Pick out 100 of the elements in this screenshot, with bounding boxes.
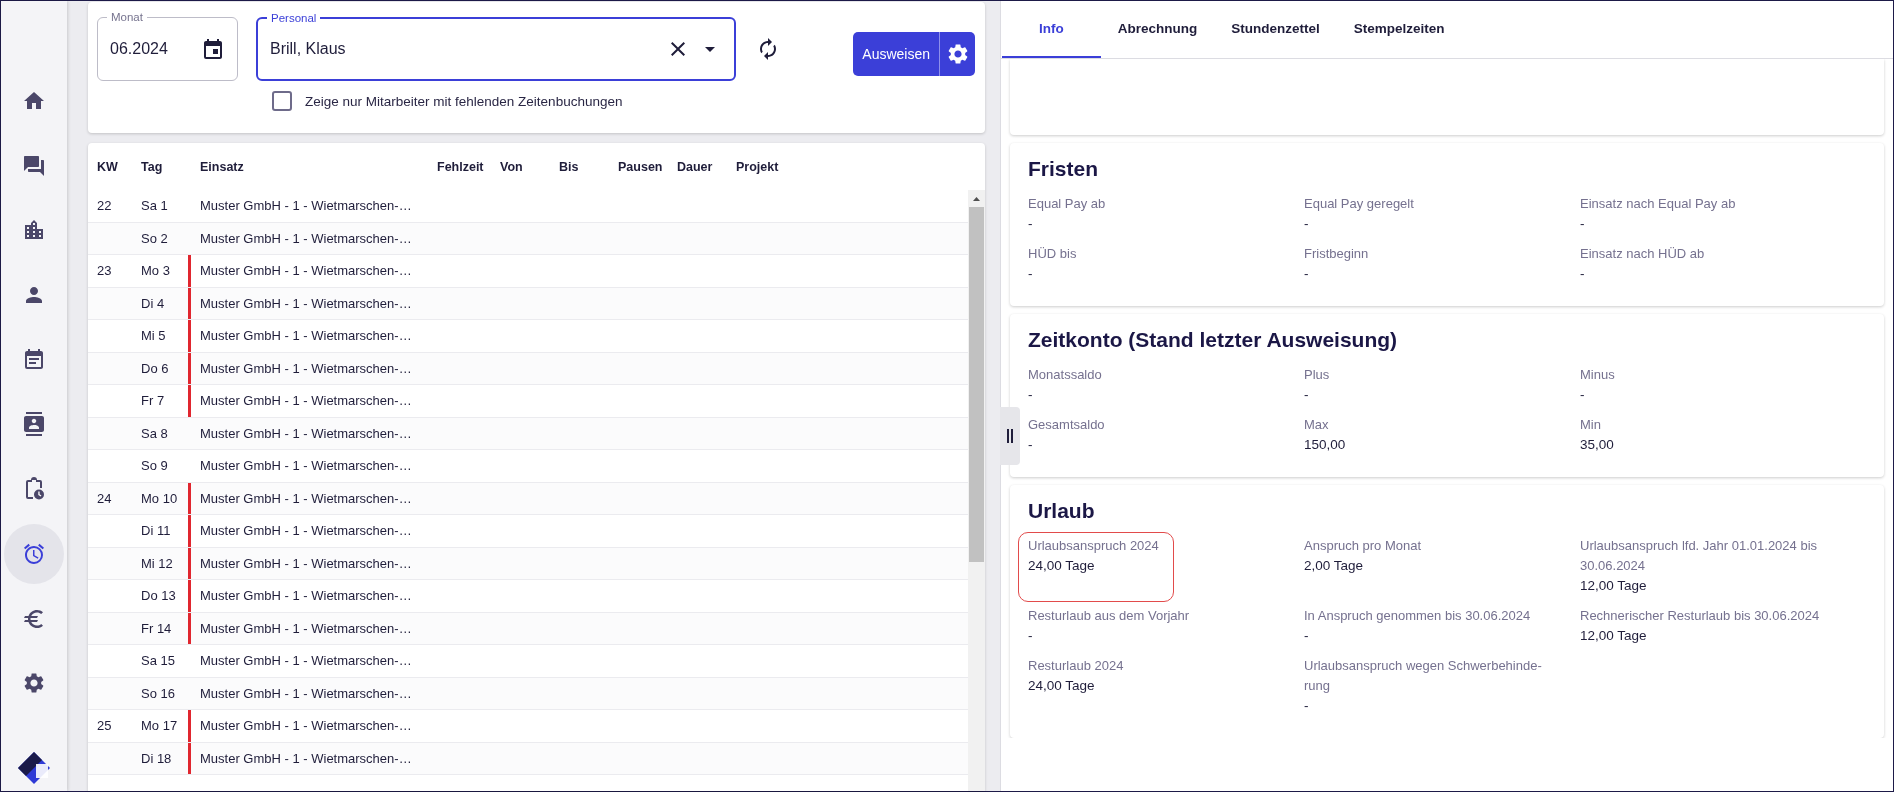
chat-icon xyxy=(22,153,46,178)
table-cell-text: Muster GmbH - 1 - Wietmarschen-… xyxy=(199,457,413,476)
field-label: Monatssaldo xyxy=(1028,366,1102,384)
field-value: - xyxy=(1304,627,1310,645)
column-header: Bis xyxy=(559,159,580,174)
field-value: 12,00 Tage xyxy=(1580,627,1648,645)
column-header: Projekt xyxy=(736,159,780,174)
table-cell-text: Muster GmbH - 1 - Wietmarschen-… xyxy=(199,197,413,216)
table-cell: Mi 5 xyxy=(141,328,166,344)
table-cell: Do 13 xyxy=(141,588,176,604)
field-label: Urlaubsanspruch 2024 xyxy=(1028,537,1159,555)
tab[interactable]: Abrechnung xyxy=(1100,1,1215,58)
table-cell: Mo 17 xyxy=(141,718,178,734)
field-label: Equal Pay ab xyxy=(1028,195,1106,213)
field-value: - xyxy=(1028,436,1034,454)
ausweisen-button[interactable]: Ausweisen xyxy=(853,32,939,76)
field-label: Urlaubsanspruch lfd. Jahr 01.01.2024 bis 30.06.2024 xyxy=(1580,537,1819,575)
tab[interactable]: Stundenzettel xyxy=(1214,1,1337,58)
field-label: Personal xyxy=(267,11,321,25)
field-value: 24,00 Tage xyxy=(1028,557,1096,575)
marked-cell: Muster GmbH - 1 - Wietmarschen-… xyxy=(188,547,434,579)
marked-cell: Muster GmbH - 1 - Wietmarschen-… xyxy=(188,287,434,319)
field-label: Gesamtsaldo xyxy=(1028,416,1105,434)
table-cell: So 16 xyxy=(141,685,175,701)
field-label: HÜD bis xyxy=(1028,245,1077,263)
field-label: Plus xyxy=(1304,366,1330,384)
logo-icon xyxy=(17,751,51,785)
calendar-icon[interactable] xyxy=(201,37,225,61)
table-cell: Di 18 xyxy=(141,750,172,766)
table-cell: Sa 8 xyxy=(141,425,168,441)
field-label: Equal Pay geregelt xyxy=(1304,195,1414,213)
field-label: Anspruch pro Monat xyxy=(1304,537,1422,555)
field-value: 2,00 Tage xyxy=(1304,557,1365,575)
field-value: - xyxy=(1304,386,1310,404)
table-cell-text: Muster GmbH - 1 - Wietmarschen-… xyxy=(199,424,413,443)
field-label: Resturlaub 2024 xyxy=(1028,657,1124,675)
field-value: 12,00 Tage xyxy=(1580,577,1648,595)
column-header: Dauer xyxy=(677,159,714,174)
field-value: 35,00 xyxy=(1580,436,1614,454)
table-cell: Sa 1 xyxy=(141,198,168,214)
field-label: Monat xyxy=(107,10,147,24)
field-label: Max xyxy=(1304,416,1330,434)
table-cell: So 9 xyxy=(141,458,168,474)
column-header: Pausen xyxy=(618,159,664,174)
table-cell: 24 xyxy=(97,490,112,506)
table-cell: 25 xyxy=(97,718,112,734)
field-value: - xyxy=(1028,627,1034,645)
field-value: - xyxy=(1304,215,1310,233)
table-cell-text: Muster GmbH - 1 - Wietmarschen-… xyxy=(199,229,413,248)
grip-icon xyxy=(1007,429,1013,443)
table-cell: So 2 xyxy=(141,230,168,246)
column-header: Einsatz xyxy=(200,159,245,174)
field-value: - xyxy=(1580,215,1586,233)
field-value: - xyxy=(1028,386,1034,404)
field-value: - xyxy=(1580,386,1586,404)
table-cell-text: Muster GmbH - 1 - Wietmarschen-… xyxy=(199,684,413,703)
field-label: Rechnerischer Resturlaub bis 30.06.2024 xyxy=(1580,607,1820,625)
column-header: Von xyxy=(500,159,524,174)
column-header: Fehlzeit xyxy=(437,159,485,174)
card-title: Fristen xyxy=(1028,157,1099,181)
field-label: Urlaubsanspruch wegen Schwerbehinde-rung xyxy=(1304,657,1543,695)
card-title: Zeitkonto (Stand letzter Ausweisung) xyxy=(1028,328,1399,352)
table-cell: Mi 12 xyxy=(141,555,173,571)
card-title: Urlaub xyxy=(1028,499,1096,523)
table-cell: 23 xyxy=(97,263,112,279)
field-value: - xyxy=(1304,265,1310,283)
table-cell: 22 xyxy=(97,198,112,214)
alarm-clock-icon xyxy=(22,541,46,566)
field-value: - xyxy=(1028,265,1034,283)
resize-handle[interactable] xyxy=(1000,407,1020,465)
table-cell: Fr 7 xyxy=(141,393,165,409)
table-cell: Mo 3 xyxy=(141,263,170,279)
settings-icon xyxy=(22,671,46,696)
table-cell: Do 6 xyxy=(141,360,169,376)
column-header: KW xyxy=(97,159,119,174)
checkbox[interactable] xyxy=(272,91,292,111)
field-value: 150,00 xyxy=(1304,436,1346,454)
marked-cell: Muster GmbH - 1 - Wietmarschen-… xyxy=(188,352,434,384)
marked-cell: Muster GmbH - 1 - Wietmarschen-… xyxy=(188,612,434,644)
tab[interactable]: Stempelzeiten xyxy=(1336,1,1462,58)
field-label: Fristbeginn xyxy=(1304,245,1369,263)
field-label: In Anspruch genommen bis 30.06.2024 xyxy=(1304,607,1531,625)
calendar-icon xyxy=(22,347,46,372)
settings-button[interactable] xyxy=(939,32,975,76)
table-cell: Mo 10 xyxy=(141,490,178,506)
contact-card-icon xyxy=(22,412,46,437)
column-header: Tag xyxy=(141,159,164,174)
field-value: - xyxy=(1580,265,1586,283)
table-cell: Fr 14 xyxy=(141,620,172,636)
table-cell: Sa 15 xyxy=(141,653,175,669)
field-value: - xyxy=(1304,697,1310,715)
field-value: - xyxy=(1028,215,1034,233)
field-value: 24,00 Tage xyxy=(1028,677,1096,695)
field-label: Min xyxy=(1580,416,1602,434)
marked-cell: Muster GmbH - 1 - Wietmarschen-… xyxy=(188,742,434,774)
field-value: 06.2024 xyxy=(110,40,169,58)
marked-cell: Muster GmbH - 1 - Wietmarschen-… xyxy=(188,482,434,514)
table-cell: Di 11 xyxy=(141,523,171,539)
table-cell: Di 4 xyxy=(141,295,165,311)
field-label: Resturlaub aus dem Vorjahr xyxy=(1028,607,1190,625)
